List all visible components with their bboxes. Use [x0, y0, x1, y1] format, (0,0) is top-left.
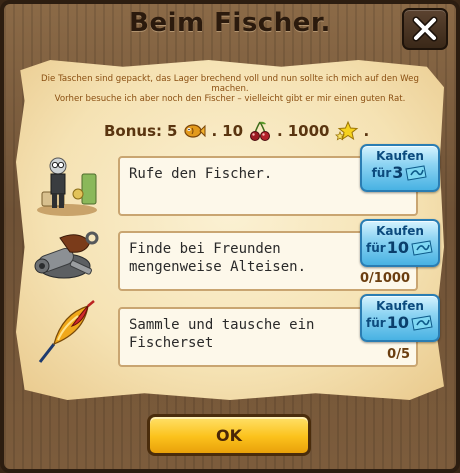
close-icon — [412, 16, 438, 42]
buy-button-3[interactable]: Kaufen für 10 — [360, 294, 440, 342]
buy-button-1[interactable]: Kaufen für 3 — [360, 144, 440, 192]
bonus-amount-xp: 1000 — [287, 122, 330, 140]
intro-text: Die Taschen sind gepackt, das Lager brec… — [28, 74, 432, 104]
experience-stars-icon — [334, 119, 359, 143]
blue-ticket-icon — [411, 314, 433, 331]
close-button[interactable] — [402, 8, 448, 50]
bonus-sep-1: . — [211, 122, 218, 140]
bonus-label: Bonus: — [104, 122, 163, 140]
buy-label-3: Kaufen — [376, 299, 424, 313]
bonus-sep-2: . — [277, 122, 283, 140]
buy-cost-3: 10 — [386, 313, 409, 332]
intro-line-2: Vorher besuche ich aber noch den Fischer… — [54, 94, 406, 104]
buy-prefix-1: für — [371, 165, 392, 180]
task-text-1: Rufe den Fischer. — [129, 166, 273, 182]
task-progress-2: 0/1000 — [360, 271, 410, 286]
bonus-amount-fish: 5 — [167, 122, 178, 140]
bonus-amount-cherries: 10 — [222, 122, 244, 140]
fishing-float-icon — [32, 300, 102, 366]
buy-cost-1: 3 — [392, 163, 404, 182]
bonus-row: Bonus: 5 . 10 . 1000 . — [104, 118, 369, 144]
blue-ticket-icon — [411, 239, 433, 256]
scrap-iron-icon — [30, 224, 100, 290]
task-text-3: Sammle und tausche ein Fischerset — [129, 317, 315, 351]
fisherman-figure-icon — [32, 152, 102, 218]
dialog-title: Beim Fischer. — [129, 8, 331, 38]
buy-prefix-3: für — [366, 315, 386, 330]
bonus-sep-3: . — [363, 122, 370, 140]
task-text-2: Finde bei Freunden mengenweise Alteisen. — [129, 241, 307, 275]
buy-label-2: Kaufen — [376, 224, 424, 238]
intro-line-1: Die Taschen sind gepackt, das Lager brec… — [41, 74, 419, 94]
buy-button-2[interactable]: Kaufen für 10 — [360, 219, 440, 267]
golden-fish-icon — [182, 119, 206, 143]
buy-label-1: Kaufen — [376, 149, 424, 163]
task-progress-3: 0/5 — [387, 347, 410, 362]
ok-button[interactable]: OK — [147, 414, 311, 456]
blue-ticket-icon — [405, 164, 427, 181]
buy-cost-2: 10 — [386, 238, 409, 257]
cherries-icon — [248, 119, 272, 143]
buy-prefix-2: für — [366, 240, 386, 255]
